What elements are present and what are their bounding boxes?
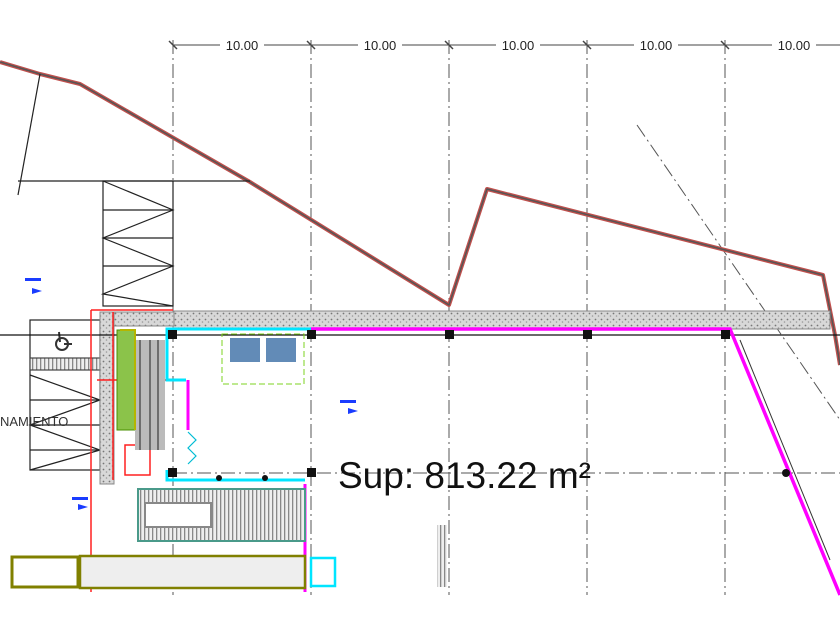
room-label: NAMIENTO xyxy=(0,414,68,429)
staircase xyxy=(116,329,165,450)
dimension-label: 10.00 xyxy=(640,38,673,53)
area-label: Sup: 813.22 m² xyxy=(338,455,591,496)
dimension-label: 10.00 xyxy=(502,38,535,53)
dimension-label: 10.00 xyxy=(226,38,259,53)
truck-trailer xyxy=(78,554,307,590)
dimension-label: 10.00 xyxy=(364,38,397,53)
equipment-block xyxy=(221,333,305,385)
dimension-label: 10.00 xyxy=(778,38,811,53)
car-icon xyxy=(144,502,212,528)
building-walls xyxy=(165,327,337,588)
perimeter-wall xyxy=(172,310,831,330)
dimension-chain: 10.00 10.00 10.00 10.00 10.00 xyxy=(168,37,840,53)
side-wall xyxy=(99,311,115,485)
truck-cab-icon xyxy=(10,555,80,589)
floor-plan-drawing: 10.00 10.00 10.00 10.00 10.00 NAMIENTO S… xyxy=(0,37,840,596)
